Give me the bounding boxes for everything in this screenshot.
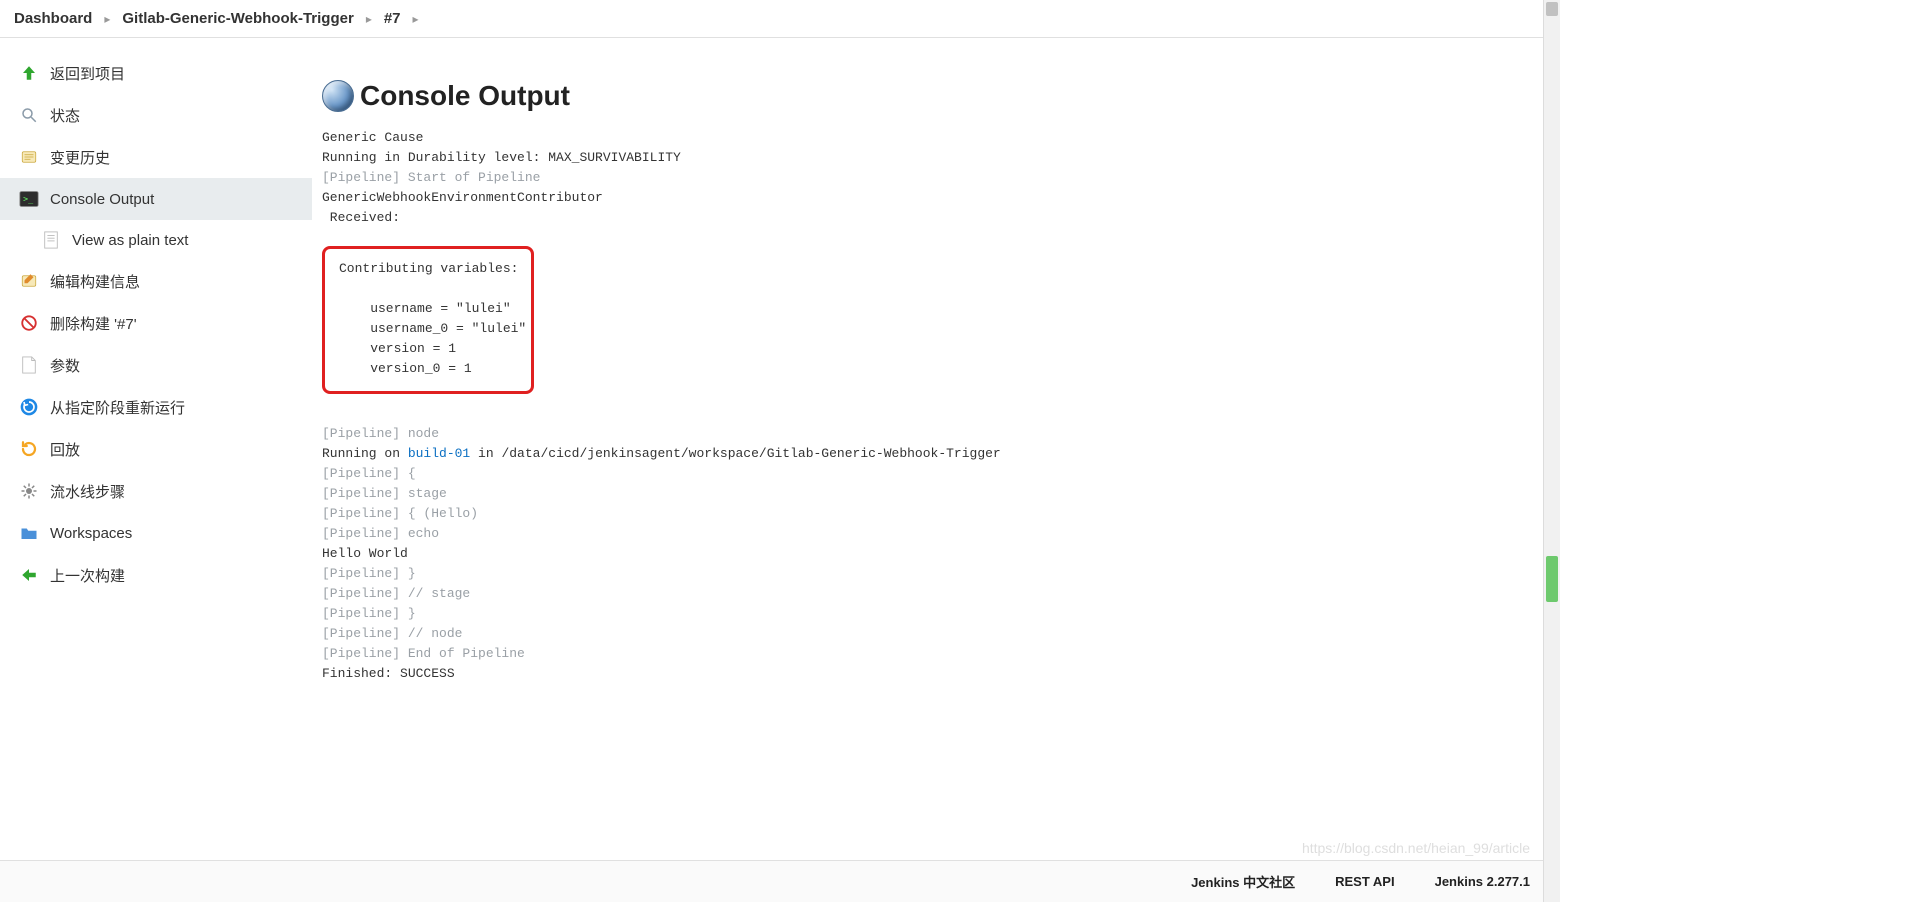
sidebar-item-plaintext[interactable]: View as plain text: [0, 220, 312, 260]
breadcrumb-build[interactable]: #7: [384, 10, 401, 27]
restart-icon: [18, 396, 40, 418]
notes-icon: [18, 270, 40, 292]
sidebar-item-label: Workspaces: [50, 525, 132, 542]
redo-icon: [18, 438, 40, 460]
sidebar-item-editbuild[interactable]: 编辑构建信息: [0, 260, 312, 302]
sidebar-item-label: 回放: [50, 439, 80, 460]
build-status-orb-icon: [322, 80, 354, 112]
page-icon: [18, 354, 40, 376]
breadcrumb-job[interactable]: Gitlab-Generic-Webhook-Trigger: [122, 10, 353, 27]
sidebar-item-deletebuild[interactable]: 删除构建 '#7': [0, 302, 312, 344]
main-panel: Console Output Generic Cause Running in …: [312, 38, 1560, 860]
footer-community-link[interactable]: Jenkins 中文社区: [1191, 872, 1295, 891]
sidebar-item-workspaces[interactable]: Workspaces: [0, 512, 312, 554]
page-title-text: Console Output: [360, 80, 570, 112]
sidebar-item-prevbuild[interactable]: 上一次构建: [0, 554, 312, 596]
sidebar-item-label: Console Output: [50, 191, 154, 208]
terminal-icon: >_: [18, 188, 40, 210]
search-icon: [18, 104, 40, 126]
sidebar-item-params[interactable]: 参数: [0, 344, 312, 386]
up-arrow-icon: [18, 62, 40, 84]
contributing-variables-box: Contributing variables: username = "lule…: [322, 246, 534, 394]
sidebar-item-restart[interactable]: 从指定阶段重新运行: [0, 386, 312, 428]
scrollbar[interactable]: [1543, 0, 1560, 902]
sidebar-item-label: 参数: [50, 355, 80, 376]
svg-text:>_: >_: [23, 194, 34, 204]
sidebar-item-label: 流水线步骤: [50, 481, 125, 502]
notes-icon: [18, 146, 40, 168]
sidebar-item-console[interactable]: >_ Console Output: [0, 178, 312, 220]
sidebar-item-label: 从指定阶段重新运行: [50, 397, 185, 418]
left-arrow-icon: [18, 564, 40, 586]
no-entry-icon: [18, 312, 40, 334]
document-icon: [40, 229, 62, 251]
footer-restapi-link[interactable]: REST API: [1335, 874, 1394, 889]
sidebar-item-label: 上一次构建: [50, 565, 125, 586]
contributing-variables-content: Contributing variables: username = "lule…: [339, 259, 517, 379]
scroll-thumb[interactable]: [1546, 2, 1558, 16]
console-output-continued: [Pipeline] node Running on build-01 in /…: [322, 424, 1550, 684]
footer: Jenkins 中文社区 REST API Jenkins 2.277.1: [0, 860, 1560, 902]
chevron-right-icon: ▸: [366, 12, 372, 26]
sidebar-item-steps[interactable]: 流水线步骤: [0, 470, 312, 512]
breadcrumb-dashboard[interactable]: Dashboard: [14, 10, 92, 27]
sidebar-item-label: 编辑构建信息: [50, 271, 140, 292]
scroll-marker[interactable]: [1546, 556, 1558, 602]
sidebar-item-replay[interactable]: 回放: [0, 428, 312, 470]
sidebar-item-label: View as plain text: [72, 232, 188, 249]
sidebar-item-status[interactable]: 状态: [0, 94, 312, 136]
footer-version: Jenkins 2.277.1: [1435, 874, 1530, 889]
sidebar-item-label: 变更历史: [50, 147, 110, 168]
chevron-right-icon: ▸: [104, 12, 110, 26]
folder-icon: [18, 522, 40, 544]
gear-icon: [18, 480, 40, 502]
node-link[interactable]: build-01: [408, 446, 470, 461]
page-title: Console Output: [322, 80, 1550, 112]
sidebar-item-changes[interactable]: 变更历史: [0, 136, 312, 178]
sidebar-item-label: 返回到项目: [50, 63, 125, 84]
console-output: Generic Cause Running in Durability leve…: [322, 128, 1550, 228]
sidebar-item-label: 状态: [50, 105, 80, 126]
sidebar: 返回到项目 状态 变更历史 >_ Console Output View as …: [0, 38, 312, 860]
sidebar-item-label: 删除构建 '#7': [50, 313, 137, 334]
breadcrumb: Dashboard ▸ Gitlab-Generic-Webhook-Trigg…: [0, 0, 1560, 38]
chevron-right-icon: ▸: [413, 12, 419, 26]
sidebar-item-back[interactable]: 返回到项目: [0, 52, 312, 94]
